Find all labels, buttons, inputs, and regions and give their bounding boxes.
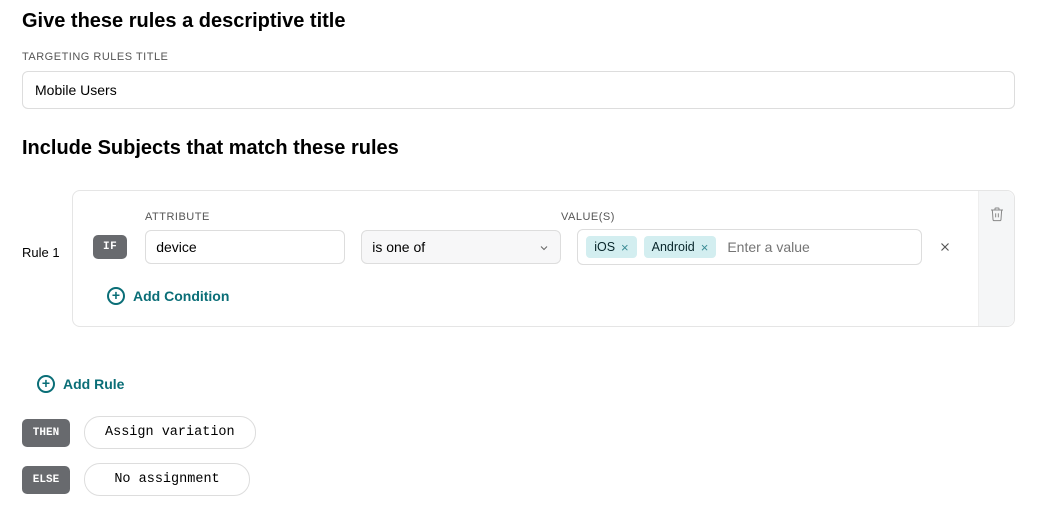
value-entry-input[interactable] <box>723 235 913 259</box>
title-input[interactable] <box>22 71 1015 109</box>
chip-label: iOS <box>594 240 615 254</box>
then-badge: THEN <box>22 419 70 447</box>
title-input-label: TARGETING RULES TITLE <box>22 51 1015 63</box>
then-value-box[interactable]: Assign variation <box>84 416 256 449</box>
add-condition-label: Add Condition <box>133 288 229 304</box>
plus-circle-icon <box>37 375 55 393</box>
rules-heading: Include Subjects that match these rules <box>22 137 1015 160</box>
else-badge: ELSE <box>22 466 70 494</box>
values-input[interactable]: iOS × Android × <box>577 229 922 265</box>
else-value-box[interactable]: No assignment <box>84 463 250 496</box>
chevron-down-icon <box>538 241 550 253</box>
add-rule-button[interactable]: Add Rule <box>37 375 124 393</box>
close-icon <box>938 240 952 254</box>
title-heading: Give these rules a descriptive title <box>22 10 1015 33</box>
remove-chip-icon[interactable]: × <box>701 241 709 254</box>
delete-rule-button[interactable] <box>989 205 1005 228</box>
attribute-header: ATTRIBUTE <box>145 211 345 223</box>
trash-icon <box>989 205 1005 223</box>
value-chip-android: Android × <box>644 236 717 258</box>
remove-chip-icon[interactable]: × <box>621 241 629 254</box>
operator-select[interactable]: is one of <box>361 230 561 264</box>
clear-condition-button[interactable] <box>936 238 954 256</box>
attribute-input[interactable] <box>145 230 345 264</box>
plus-circle-icon <box>107 287 125 305</box>
add-rule-label: Add Rule <box>63 376 124 392</box>
if-badge: IF <box>93 235 127 259</box>
operator-value: is one of <box>372 239 425 255</box>
value-chip-ios: iOS × <box>586 236 636 258</box>
rule-label: Rule 1 <box>22 245 72 260</box>
add-condition-button[interactable]: Add Condition <box>107 287 229 305</box>
rule-card: ATTRIBUTE VALUE(S) IF is one of <box>72 190 1015 327</box>
values-header: VALUE(S) <box>561 211 615 223</box>
chip-label: Android <box>652 240 695 254</box>
